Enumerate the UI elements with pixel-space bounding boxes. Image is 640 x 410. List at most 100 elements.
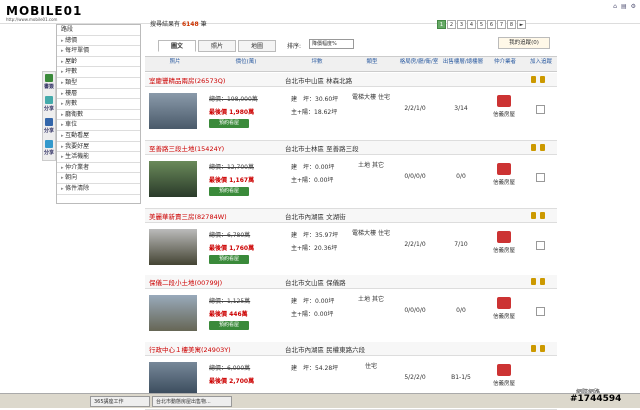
info-icon[interactable] <box>531 212 536 219</box>
follow-checkbox[interactable] <box>536 241 545 250</box>
listing-floor: 0/0 <box>456 173 466 180</box>
sort-select[interactable]: 降價幅度% <box>309 39 354 49</box>
column-header[interactable]: 價位(萬) <box>205 57 287 71</box>
taskbar-item[interactable]: 365講座工作 <box>90 396 150 407</box>
taskbar-item[interactable]: 台北市動態房屋出售物... <box>152 396 232 407</box>
page-link[interactable]: 8 <box>507 20 516 29</box>
listing-type: 土地 其它 <box>358 296 384 303</box>
filter-item[interactable]: 房數 <box>57 99 140 110</box>
page-link[interactable]: 2 <box>447 20 456 29</box>
agent-logo[interactable]: 信義房屋 <box>485 297 523 320</box>
filter-item[interactable]: 樓層 <box>57 89 140 100</box>
listing-actions <box>531 278 557 285</box>
filter-item[interactable]: 我要好屋 <box>57 142 140 153</box>
page-link[interactable]: 7 <box>497 20 506 29</box>
pagination: 1 2 3 4 5 6 7 8 ► <box>437 20 526 29</box>
favorites-button[interactable]: 我的追蹤(0) <box>498 37 550 49</box>
filter-item[interactable]: 朝向 <box>57 173 140 184</box>
filter-item[interactable]: 條件清除 <box>57 184 140 195</box>
share-panel: 書簽 分享 分享 分享 <box>42 71 56 161</box>
page-link[interactable]: 5 <box>477 20 486 29</box>
listing-area: 建 坪：0.00坪 主+陽：0.00坪 <box>291 164 335 184</box>
book-viewing-button[interactable]: 預約看屋 <box>209 321 249 330</box>
agent-logo[interactable]: 信義房屋 <box>485 231 523 254</box>
column-header[interactable]: 坪數 <box>287 57 347 71</box>
agent-logo[interactable]: 信義房屋 <box>485 95 523 118</box>
listing-type: 住宅 <box>364 363 377 370</box>
next-page-button[interactable]: ► <box>517 20 526 29</box>
listing-title-row: 美麗華新賣三房(82784W) 台北市內湖區 文湖街 <box>145 209 557 223</box>
listing-name[interactable]: 行政中心１樓美寓(24903Y) <box>145 344 285 354</box>
follow-checkbox[interactable] <box>536 307 545 316</box>
listing-price: 總價：6,000萬 最後價 2,700萬 <box>209 365 255 385</box>
share-item[interactable]: 分享 <box>43 116 55 138</box>
follow-checkbox[interactable] <box>536 105 545 114</box>
tab-photos[interactable]: 照片 <box>198 40 236 52</box>
view-tabs: 圖文 照片 地圖 <box>158 40 276 52</box>
filter-item[interactable]: 每坪單價 <box>57 46 140 57</box>
filter-item[interactable]: 車位 <box>57 120 140 131</box>
agent-logo[interactable]: 信義房屋 <box>485 163 523 186</box>
listing-area: 建 坪：30.60坪 主+陽：18.62坪 <box>291 96 339 116</box>
listing-photo[interactable] <box>149 161 197 197</box>
listing-photo[interactable] <box>149 93 197 129</box>
filter-item[interactable]: 互動看屋 <box>57 131 140 142</box>
sort-label: 排序: <box>287 43 302 50</box>
info-icon[interactable] <box>531 278 536 285</box>
book-viewing-button[interactable]: 預約看屋 <box>209 187 249 196</box>
listing-body: 總價：1,125萬 最後價 446萬 預約看屋 建 坪：0.00坪 主+陽：0.00… <box>145 289 557 343</box>
listing-price: 總價：6,780萬 最後價 1,760萬 <box>209 232 255 252</box>
listing-photo[interactable] <box>149 229 197 265</box>
listing-address: 台北市中山區 林森北路 <box>285 76 353 85</box>
bookmark-icon[interactable] <box>540 144 545 151</box>
filter-item[interactable]: 坪數 <box>57 67 140 78</box>
filter-item[interactable]: 路段 <box>57 25 140 36</box>
follow-checkbox[interactable] <box>536 173 545 182</box>
filter-item[interactable]: 總價 <box>57 36 140 47</box>
share-item[interactable]: 分享 <box>43 138 55 160</box>
page-link[interactable]: 4 <box>467 20 476 29</box>
listing-area: 建 坪：0.00坪 主+陽：0.00坪 <box>291 298 335 318</box>
book-viewing-button[interactable]: 預約看屋 <box>209 119 249 128</box>
listing-name[interactable]: 美麗華新賣三房(82784W) <box>145 211 285 221</box>
listing-floor: 7/10 <box>454 241 468 248</box>
page-link[interactable]: 1 <box>437 20 446 29</box>
table-header: 照片 價位(萬) 坪數 類型 格局房/廳/衛/室 出售樓層/總樓層 仲介業者 加… <box>145 56 557 72</box>
info-icon[interactable] <box>531 345 536 352</box>
info-icon[interactable] <box>531 144 536 151</box>
filter-item[interactable]: 類型 <box>57 78 140 89</box>
book-viewing-button[interactable]: 預約看屋 <box>209 255 249 264</box>
filter-item[interactable]: 屋齡 <box>57 57 140 68</box>
bookmark-icon[interactable] <box>540 212 545 219</box>
filter-item[interactable]: 仲介業者 <box>57 163 140 174</box>
share-item[interactable]: 分享 <box>43 94 55 116</box>
listing-photo[interactable] <box>149 295 197 331</box>
filter-item[interactable]: 廳衛數 <box>57 110 140 121</box>
listing-name[interactable]: 室慶豐精品兩房(26573Q) <box>145 75 285 85</box>
site-logo[interactable]: MOBILE01 <box>6 4 82 18</box>
agent-logo[interactable]: 信義房屋 <box>485 364 523 387</box>
listing: 保儀二段小土地(00799J) 台北市文山區 保儀路 總價：1,125萬 最後價 … <box>145 275 557 343</box>
tools-icon[interactable]: ⚙ <box>631 3 636 10</box>
info-icon[interactable] <box>531 76 536 83</box>
page-link[interactable]: 3 <box>457 20 466 29</box>
column-header: 仲介業者 <box>493 59 516 65</box>
filter-item[interactable]: 生活機能 <box>57 152 140 163</box>
listing: 至善路三段土地(15424Y) 台北市士林區 至善路三段 總價：12,700萬最… <box>145 141 557 209</box>
listing-title-row: 至善路三段土地(15424Y) 台北市士林區 至善路三段 <box>145 141 557 155</box>
column-header: 照片 <box>169 59 181 65</box>
listing-name[interactable]: 保儀二段小土地(00799J) <box>145 277 285 287</box>
share-item[interactable]: 書簽 <box>43 72 55 94</box>
bookmark-icon[interactable] <box>540 345 545 352</box>
page-link[interactable]: 6 <box>487 20 496 29</box>
result-count: 搜尋結果有 6148 筆 <box>150 21 207 28</box>
tab-list[interactable]: 圖文 <box>158 40 196 52</box>
print-icon[interactable]: ▤ <box>621 3 627 10</box>
home-icon[interactable]: ⌂ <box>613 3 617 10</box>
bookmark-icon[interactable] <box>540 76 545 83</box>
tab-map[interactable]: 地圖 <box>238 40 276 52</box>
bookmark-icon[interactable] <box>540 278 545 285</box>
listing-name[interactable]: 至善路三段土地(15424Y) <box>145 143 285 153</box>
listing-floor: 0/0 <box>456 307 466 314</box>
listing-type: 電梯大樓 住宅 <box>352 94 390 101</box>
